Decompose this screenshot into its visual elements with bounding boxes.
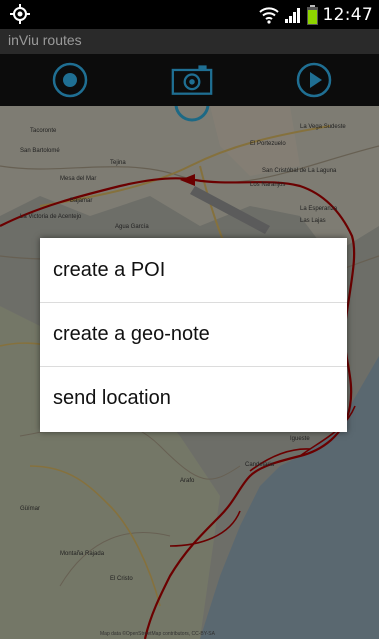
record-button[interactable] (49, 61, 91, 99)
toolbar (0, 54, 379, 107)
record-icon (52, 62, 88, 98)
menu-item-create-poi[interactable]: create a POI (40, 238, 347, 302)
status-icons: 12:47 (258, 0, 374, 29)
battery-icon (306, 4, 318, 25)
context-menu: create a POI create a geo-note send loca… (40, 238, 347, 432)
menu-item-send-location[interactable]: send location (40, 366, 347, 430)
status-bar: 12:47 (0, 0, 379, 29)
camera-icon (171, 65, 213, 95)
menu-item-create-geo-note[interactable]: create a geo-note (40, 302, 347, 366)
status-clock: 12:47 (322, 4, 373, 25)
screen: 12:47 inViu routes Tacoronte La Vega Sud… (0, 0, 379, 639)
camera-button[interactable] (171, 61, 213, 99)
play-icon (296, 62, 332, 98)
app-title: inViu routes (8, 32, 82, 48)
title-bar: inViu routes (0, 29, 379, 54)
gps-icon (10, 4, 30, 24)
wifi-icon (258, 6, 279, 24)
play-button[interactable] (293, 61, 335, 99)
signal-icon (284, 7, 300, 23)
